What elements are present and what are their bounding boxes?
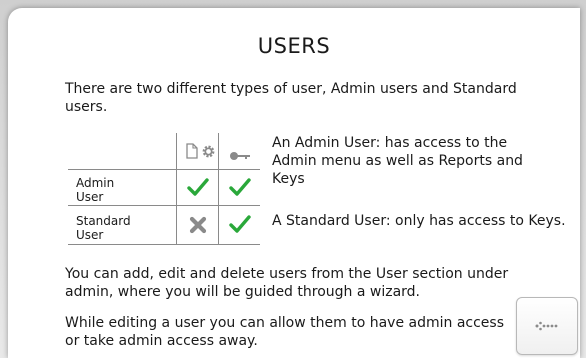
table-divider: [176, 133, 177, 245]
intro-text: There are two different types of user, A…: [65, 81, 517, 115]
key-icon: [229, 146, 251, 165]
content-panel: USERS There are two different types of u…: [8, 8, 580, 358]
page-title: USERS: [257, 34, 331, 58]
row-label-standard: Standard User: [76, 214, 131, 242]
cross-icon: [188, 215, 208, 239]
table-divider: [68, 244, 260, 245]
edit-users-text: While editing a user you can allow them …: [65, 315, 505, 349]
table-divider: [68, 169, 260, 170]
table-divider: [68, 205, 260, 206]
admin-description: An Admin User: has access to the Admin m…: [272, 135, 523, 187]
table-divider: [218, 133, 219, 245]
standard-description: A Standard User: only has access to Keys…: [272, 213, 566, 229]
check-icon: [229, 214, 251, 238]
check-icon: [229, 177, 251, 201]
arrow-left-dotted-icon: [534, 317, 560, 336]
row-label-admin: Admin User: [76, 176, 115, 204]
check-icon: [187, 177, 209, 201]
window-frame: USERS There are two different types of u…: [0, 0, 586, 358]
document-icon: [186, 143, 198, 163]
manage-users-text: You can add, edit and delete users from …: [65, 266, 509, 300]
back-button[interactable]: [516, 297, 578, 355]
gear-icon: [201, 144, 216, 163]
